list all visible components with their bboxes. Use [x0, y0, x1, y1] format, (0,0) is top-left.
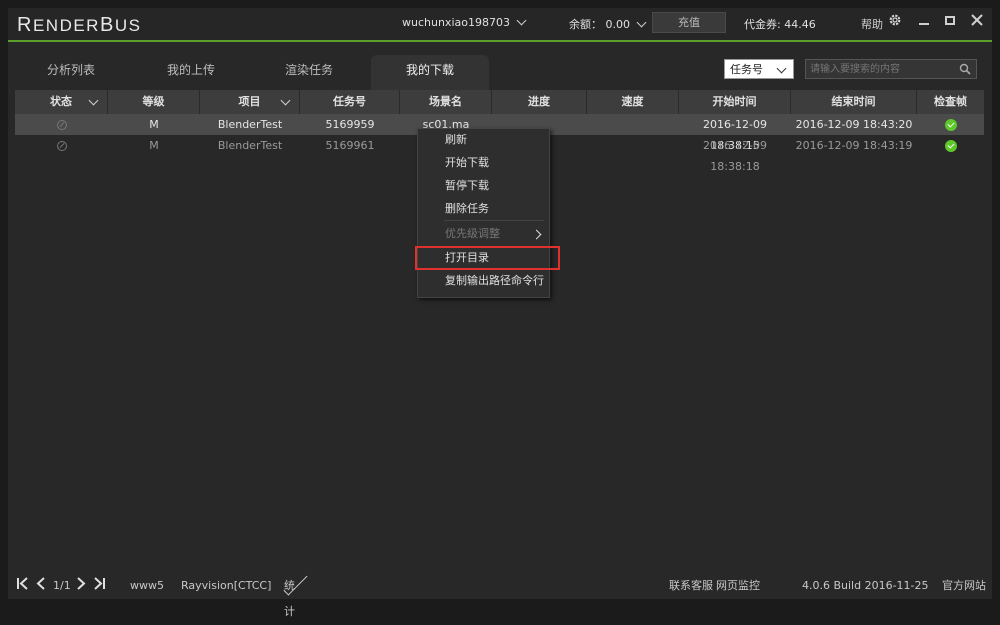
voucher-info: 代金券: 44.46 — [744, 18, 816, 31]
balance-value: 0.00 — [605, 18, 631, 31]
column-scene-name[interactable]: 场景名 — [400, 90, 492, 114]
chevron-right-icon — [531, 229, 542, 240]
official-website-link[interactable]: 官方网站 — [942, 573, 986, 599]
version-label: 4.0.6 Build 2016-11-25 — [802, 579, 929, 592]
column-check-frame[interactable]: 检查帧 — [917, 90, 984, 114]
menu-item-priority-adjust[interactable]: 优先级调整 — [418, 223, 549, 245]
balance-label: 余额： — [569, 18, 602, 31]
search-box — [805, 59, 977, 79]
menu-item-copy-output-path[interactable]: 复制输出路径命令行 — [418, 270, 549, 292]
column-project[interactable]: 项目 — [200, 90, 300, 114]
cell-speed — [587, 114, 679, 135]
last-page-icon[interactable] — [94, 573, 106, 599]
chevron-down-icon — [88, 95, 99, 106]
column-speed[interactable]: 速度 — [587, 90, 679, 114]
menu-item-start-download[interactable]: 开始下载 — [418, 152, 549, 174]
user-dropdown[interactable]: wuchunxiao198703 — [402, 15, 527, 29]
column-task-id[interactable]: 任务号 — [300, 90, 400, 114]
next-page-icon[interactable] — [76, 573, 86, 599]
chevron-down-icon — [516, 15, 527, 26]
customer-service-link[interactable]: 联系客服 — [669, 573, 713, 599]
annotation-highlight-box — [415, 246, 560, 270]
status-bar: 1/1 www5 Rayvision[CTCC] 统计 联系客服 网页监控 4.… — [8, 571, 992, 618]
cell-start-time: 2016-12-09 18:38:15 — [703, 118, 767, 152]
minimize-icon[interactable] — [915, 13, 933, 31]
search-input[interactable] — [810, 61, 950, 77]
cell-project: BlenderTest — [217, 139, 283, 152]
recharge-button[interactable]: 充值 — [652, 12, 726, 33]
tab-render-tasks[interactable]: 渲染任务 — [266, 55, 352, 90]
chevron-down-icon — [280, 95, 291, 106]
table-header: 状态 等级 项目 任务号 场景名 进度 速度 开始时间 结束时间 检查帧 — [15, 90, 984, 115]
close-icon[interactable] — [968, 13, 986, 31]
tab-analysis-list[interactable]: 分析列表 — [28, 55, 114, 90]
gear-icon[interactable] — [886, 13, 904, 31]
username: wuchunxiao198703 — [402, 16, 510, 29]
tab-my-uploads[interactable]: 我的上传 — [148, 55, 234, 90]
context-menu: 刷新 开始下载 暂停下载 删除任务 优先级调整 打开目录 复制输出路径命令行 — [417, 128, 550, 298]
status-icon — [56, 141, 67, 151]
page-indicator: 1/1 — [53, 579, 71, 592]
chevron-down-icon — [776, 63, 787, 74]
check-frame-ok-icon[interactable] — [944, 119, 957, 131]
network-label: Rayvision[CTCC] — [181, 579, 272, 592]
prev-page-icon[interactable] — [36, 573, 46, 599]
web-monitor-link[interactable]: 网页监控 — [716, 573, 760, 599]
cell-end-time: 2016-12-09 18:43:19 — [795, 139, 913, 152]
voucher-value: 44.46 — [784, 18, 816, 31]
cell-start-time: 2016-12-09 18:38:18 — [703, 139, 767, 173]
cell-end-time: 2016-12-09 18:43:20 — [795, 118, 913, 131]
cell-speed — [587, 135, 679, 156]
status-icon — [56, 120, 67, 130]
cell-level: M — [149, 118, 159, 131]
title-bar: RENDERBUS wuchunxiao198703 余额： 0.00 充值 代… — [8, 8, 992, 42]
tab-my-downloads[interactable]: 我的下载 — [371, 55, 489, 90]
check-frame-ok-icon[interactable] — [944, 140, 957, 152]
balance-dropdown[interactable]: 余额： 0.00 — [569, 16, 647, 32]
search-filter-select[interactable]: 任务号 — [724, 59, 794, 79]
cell-task-id: 5169959 — [325, 118, 375, 131]
renderbus-logo: RENDERBUS — [17, 14, 142, 36]
stats-dropdown[interactable]: 统计 — [283, 571, 308, 618]
first-page-icon[interactable] — [16, 573, 28, 599]
menu-separator — [444, 220, 544, 221]
column-start-time[interactable]: 开始时间 — [679, 90, 791, 114]
cell-task-id: 5169961 — [325, 139, 375, 152]
search-icon[interactable] — [959, 63, 971, 75]
column-end-time[interactable]: 结束时间 — [791, 90, 917, 114]
menu-item-pause-download[interactable]: 暂停下载 — [418, 175, 549, 197]
app-window: RENDERBUS wuchunxiao198703 余额： 0.00 充值 代… — [8, 8, 992, 618]
cell-project: BlenderTest — [217, 118, 283, 131]
column-status[interactable]: 状态 — [15, 90, 108, 114]
cell-level: M — [149, 139, 159, 152]
menu-item-refresh[interactable]: 刷新 — [418, 129, 549, 151]
column-progress[interactable]: 进度 — [492, 90, 587, 114]
menu-item-delete-task[interactable]: 删除任务 — [418, 198, 549, 220]
help-link[interactable]: 帮助 — [861, 16, 883, 32]
maximize-icon[interactable] — [941, 13, 959, 31]
server-label: www5 — [130, 579, 164, 592]
chevron-down-icon — [636, 17, 647, 28]
column-level[interactable]: 等级 — [108, 90, 200, 114]
